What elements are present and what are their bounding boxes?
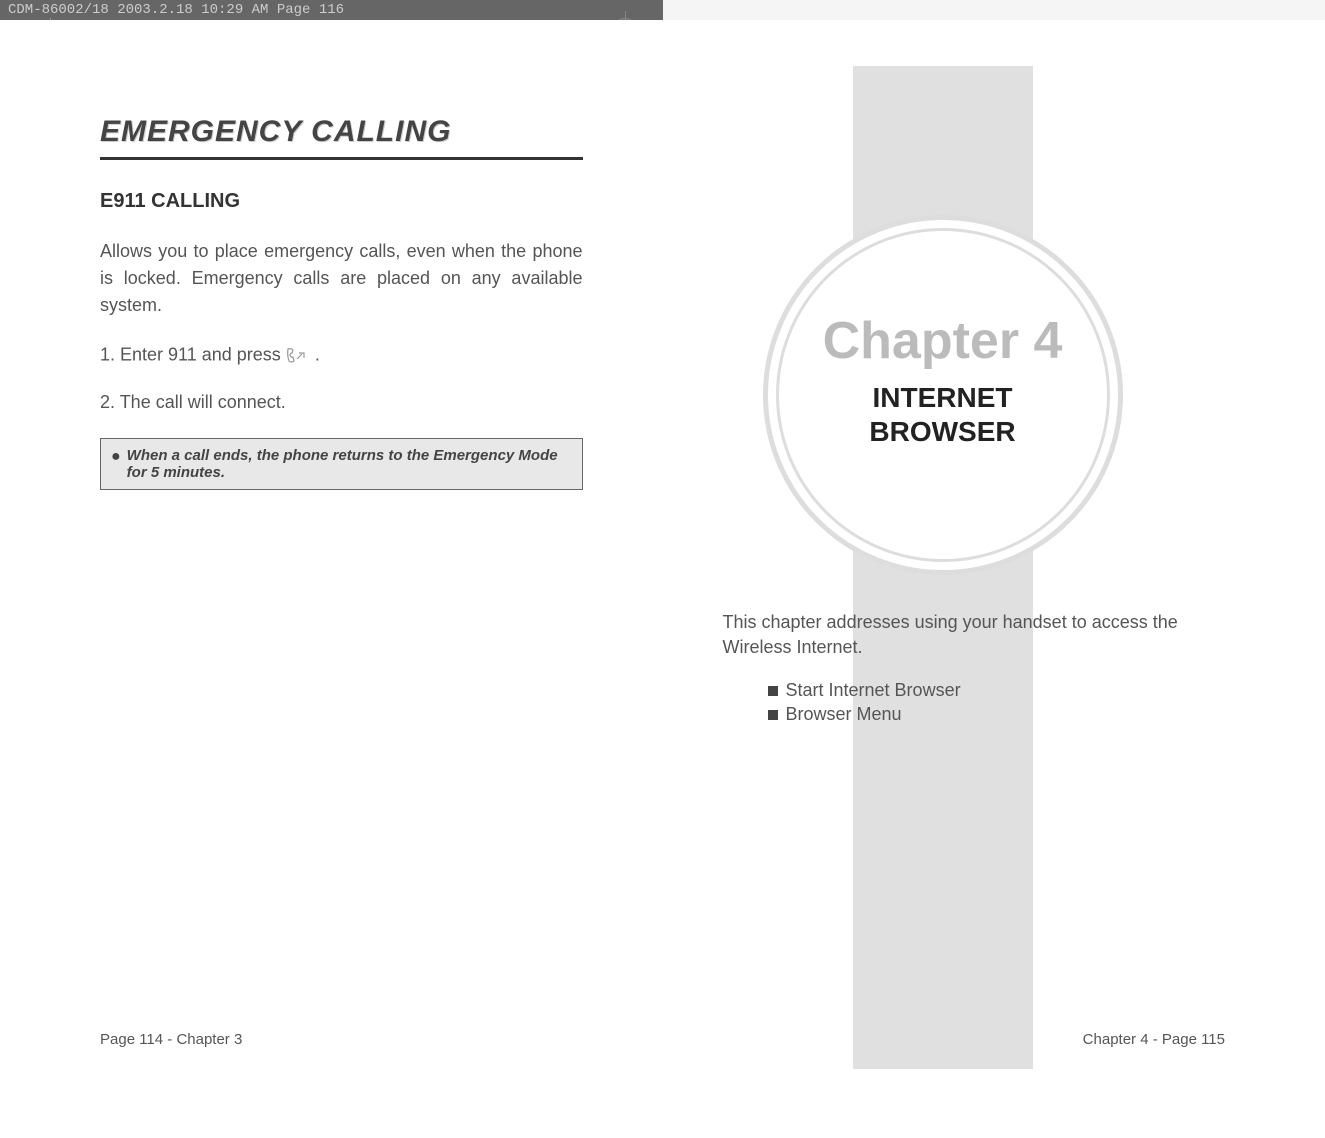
square-bullet-icon: [768, 686, 778, 696]
step-2: 2. The call will connect.: [100, 392, 583, 413]
left-page: EMERGENCY CALLING E911 CALLING Allows yo…: [0, 20, 663, 1138]
right-page-footer: Chapter 4 - Page 115: [1083, 1031, 1225, 1048]
bullet-icon: ●: [111, 449, 121, 465]
left-page-footer: Page 114 - Chapter 3: [100, 1031, 242, 1048]
chapter-circle-inner: [776, 228, 1110, 562]
toc-item-label: Start Internet Browser: [786, 680, 961, 701]
right-page: Chapter 4 INTERNET BROWSER This chapter …: [663, 20, 1325, 1138]
phone-send-icon: [286, 344, 310, 367]
heading-underline: [100, 157, 583, 160]
toc-item-label: Browser Menu: [786, 704, 902, 725]
section-title: E911 CALLING: [100, 190, 583, 213]
toc-item: Browser Menu: [768, 704, 961, 725]
note-text: When a call ends, the phone returns to t…: [127, 447, 572, 481]
print-header: CDM-86002/18 2003.2.18 10:29 AM Page 116: [0, 0, 663, 20]
chapter-heading: EMERGENCY CALLING: [100, 115, 583, 149]
intro-paragraph: Allows you to place emergency calls, eve…: [100, 238, 583, 319]
square-bullet-icon: [768, 710, 778, 720]
toc-item: Start Internet Browser: [768, 680, 961, 701]
chapter-toc: Start Internet Browser Browser Menu: [768, 680, 961, 728]
print-header-text: CDM-86002/18 2003.2.18 10:29 AM Page 116: [8, 2, 344, 18]
page-spread: EMERGENCY CALLING E911 CALLING Allows yo…: [0, 0, 1325, 1138]
note-box: ● When a call ends, the phone returns to…: [100, 438, 583, 490]
step-1-suffix: .: [315, 344, 320, 364]
step-1: 1. Enter 911 and press .: [100, 344, 583, 367]
chapter-description: This chapter addresses using your handse…: [723, 610, 1246, 660]
step-1-prefix: 1. Enter 911 and press: [100, 344, 286, 364]
chapter-circle: Chapter 4 INTERNET BROWSER: [763, 215, 1123, 575]
